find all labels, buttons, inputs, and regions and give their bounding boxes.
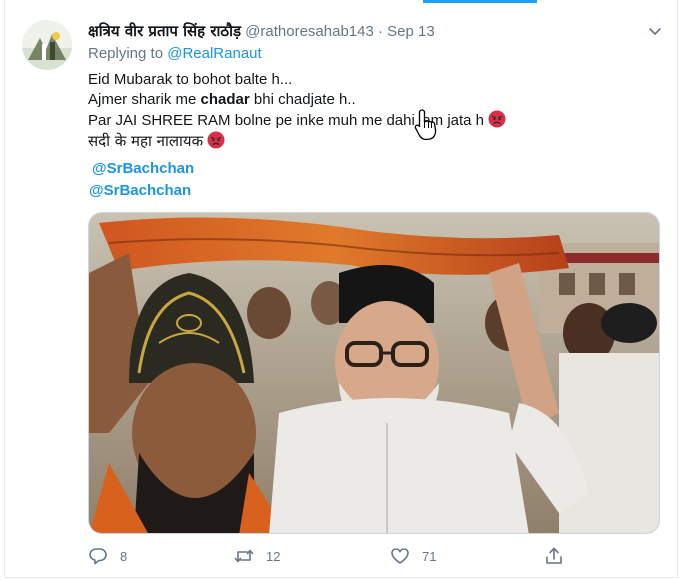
retweet-icon — [234, 549, 254, 563]
tweet-actions: 8 12 71 — [88, 544, 578, 568]
like-button[interactable]: 71 — [390, 544, 436, 568]
replying-to-mention[interactable]: @RealRanaut — [167, 45, 261, 62]
replying-to-label: Replying to — [88, 45, 164, 62]
reply-button[interactable]: 8 — [88, 544, 127, 568]
user-handle[interactable]: @rathoresahab143 — [245, 23, 374, 40]
mention-link[interactable]: @SrBachchan — [92, 158, 194, 180]
mention-link[interactable]: @SrBachchan — [89, 180, 194, 202]
reply-icon — [89, 548, 107, 565]
mentions: @SrBachchan @SrBachchan — [89, 158, 194, 202]
chevron-down-icon[interactable] — [646, 22, 664, 40]
like-count: 71 — [422, 548, 437, 564]
heart-icon — [391, 548, 409, 564]
retweet-count: 12 — [266, 548, 281, 564]
tweet-line-1: Eid Mubarak to bohot balte h... — [88, 71, 293, 88]
avatar[interactable] — [22, 20, 72, 70]
tweet-line-2-bold: chadar — [200, 91, 250, 108]
pouting-face-icon — [207, 131, 225, 149]
tweet-line-2-end: bhi chadjate h.. — [249, 91, 356, 108]
share-icon — [546, 547, 562, 564]
hand-cursor-icon — [414, 109, 437, 141]
retweet-button[interactable]: 12 — [234, 544, 280, 568]
tweet-header: क्षत्रिय वीर प्रताप सिंह राठौड़ @rathore… — [88, 20, 664, 42]
tweet-line-4: सदी के महा नालायक — [88, 131, 506, 152]
tweet-line-2: Ajmer sharik me chadar bhi chadjate h.. — [88, 90, 506, 110]
separator-dot: · — [378, 23, 383, 40]
reply-count: 8 — [120, 548, 128, 564]
tweet-photo[interactable] — [88, 212, 660, 534]
tweet-line-2-start: Ajmer sharik me — [88, 91, 201, 108]
photo-illustration — [89, 213, 659, 533]
share-button[interactable] — [544, 544, 564, 568]
pouting-face-icon — [488, 110, 506, 128]
tweet-text: Eid Mubarak to bohot balte h... Ajmer sh… — [88, 70, 506, 152]
tweet-line-4-text: सदी के महा नालायक — [88, 132, 204, 150]
tweet-line-3: Par JAI SHREE RAM bolne pe inke muh me d… — [88, 110, 506, 131]
tweet-date[interactable]: Sep 13 — [387, 23, 435, 40]
replying-to: Replying to @RealRanaut — [88, 45, 262, 62]
active-tab-indicator — [423, 0, 537, 3]
display-name[interactable]: क्षत्रिय वीर प्रताप सिंह राठौड़ — [88, 22, 241, 40]
